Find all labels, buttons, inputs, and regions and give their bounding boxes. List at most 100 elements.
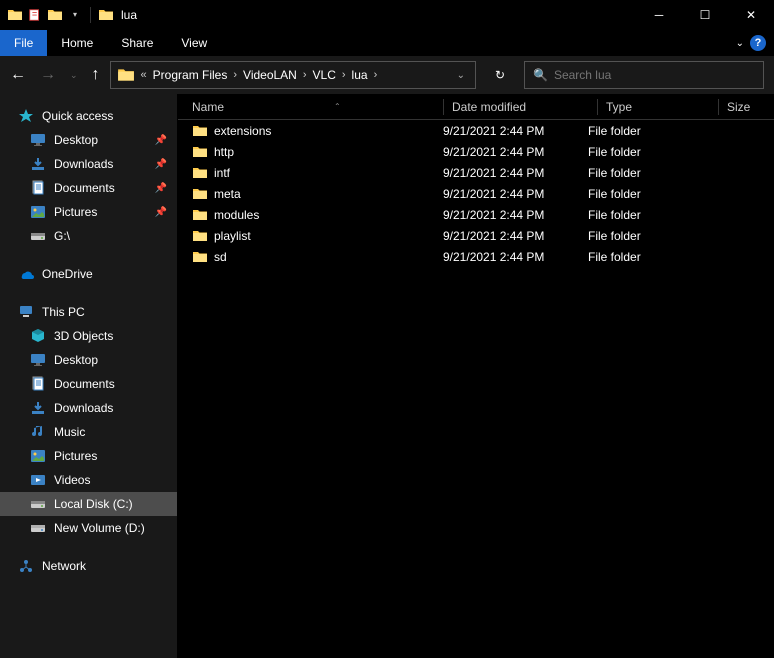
file-type: File folder (588, 250, 700, 264)
sidebar-item-music[interactable]: Music (0, 420, 177, 444)
star-icon (18, 108, 34, 124)
file-name: http (214, 145, 234, 159)
chevron-right-icon[interactable]: › (370, 69, 382, 81)
qat-properties-icon[interactable] (26, 6, 44, 24)
ribbon-expand-icon[interactable]: ⌄ (736, 38, 744, 49)
music-icon (30, 424, 46, 440)
sidebar-item-g[interactable]: G:\ (0, 224, 177, 248)
sidebar-this-pc[interactable]: This PC (0, 300, 177, 324)
chevron-right-icon[interactable]: › (229, 69, 241, 81)
sidebar-item-label: New Volume (D:) (54, 521, 145, 535)
nav-back-button[interactable]: ← (10, 66, 26, 84)
sidebar-item-desktop[interactable]: Desktop (0, 348, 177, 372)
minimize-button[interactable]: ─ (636, 0, 682, 30)
pin-icon: 📌 (155, 183, 167, 194)
column-header-name[interactable]: Name ⌃ (178, 100, 443, 114)
breadcrumb-item-lua[interactable]: lua (350, 68, 370, 82)
ribbon-tab-file[interactable]: File (0, 30, 47, 56)
file-row[interactable]: modules 9/21/2021 2:44 PMFile folder (178, 204, 774, 225)
breadcrumb-item-program-files[interactable]: Program Files (151, 68, 230, 82)
file-date: 9/21/2021 2:44 PM (443, 229, 588, 243)
qat-newfolder-icon[interactable] (46, 6, 64, 24)
breadcrumb-overflow[interactable]: « (137, 69, 151, 81)
ribbon-tab-home[interactable]: Home (47, 30, 107, 56)
sidebar-item-localdiskc[interactable]: Local Disk (C:) (0, 492, 177, 516)
sidebar-item-documents[interactable]: Documents📌 (0, 176, 177, 200)
nav-forward-button[interactable]: → (40, 66, 56, 84)
search-input[interactable] (554, 68, 755, 82)
file-type: File folder (588, 208, 700, 222)
sidebar-label: This PC (42, 305, 85, 319)
column-header-date[interactable]: Date modified (452, 100, 597, 114)
sidebar-onedrive[interactable]: OneDrive (0, 262, 177, 286)
sidebar-item-label: Pictures (54, 449, 97, 463)
search-box[interactable]: 🔍 (524, 61, 764, 89)
sidebar-item-downloads[interactable]: Downloads (0, 396, 177, 420)
sidebar-network[interactable]: Network (0, 554, 177, 578)
file-type: File folder (588, 166, 700, 180)
file-type: File folder (588, 145, 700, 159)
sidebar-item-label: Music (54, 425, 85, 439)
close-button[interactable]: ✕ (728, 0, 774, 30)
help-icon[interactable]: ? (750, 35, 766, 51)
pin-icon: 📌 (155, 207, 167, 218)
ribbon-tab-share[interactable]: Share (107, 30, 167, 56)
file-row[interactable]: intf 9/21/2021 2:44 PMFile folder (178, 162, 774, 183)
file-date: 9/21/2021 2:44 PM (443, 208, 588, 222)
sidebar-item-newvolumed[interactable]: New Volume (D:) (0, 516, 177, 540)
drive-d-icon (30, 520, 46, 536)
file-date: 9/21/2021 2:44 PM (443, 145, 588, 159)
app-icon (6, 6, 24, 24)
sidebar-item-videos[interactable]: Videos (0, 468, 177, 492)
sidebar-item-label: Downloads (54, 157, 113, 171)
sidebar-item-3dobjects[interactable]: 3D Objects (0, 324, 177, 348)
pin-icon: 📌 (155, 135, 167, 146)
content-area: Name ⌃ Date modified Type Size extension… (178, 94, 774, 658)
sidebar-item-pictures[interactable]: Pictures (0, 444, 177, 468)
column-headers: Name ⌃ Date modified Type Size (178, 94, 774, 120)
breadcrumb-item-vlc[interactable]: VLC (311, 68, 338, 82)
sidebar-label: Network (42, 559, 86, 573)
file-row[interactable]: meta9/21/2021 2:44 PMFile folder (178, 183, 774, 204)
folder-icon (192, 207, 208, 223)
search-icon: 🔍 (533, 68, 548, 82)
sidebar-item-documents[interactable]: Documents (0, 372, 177, 396)
file-list: extensions9/21/2021 2:44 PMFile folderht… (178, 120, 774, 658)
folder-icon (192, 123, 208, 139)
sidebar-quick-access[interactable]: Quick access (0, 104, 177, 128)
file-name: sd (214, 250, 227, 264)
file-name: extensions (214, 124, 271, 138)
column-header-type[interactable]: Type (606, 100, 718, 114)
breadcrumb-folder-icon (117, 66, 135, 84)
nav-recent-dropdown[interactable]: ⌄ (70, 70, 78, 81)
file-type: File folder (588, 124, 700, 138)
ribbon: File Home Share View ⌄ ? (0, 30, 774, 56)
chevron-right-icon[interactable]: › (338, 69, 350, 81)
sidebar-item-desktop[interactable]: Desktop📌 (0, 128, 177, 152)
file-date: 9/21/2021 2:44 PM (443, 166, 588, 180)
file-row[interactable]: sd 9/21/2021 2:44 PMFile folder (178, 246, 774, 267)
file-name: modules (214, 208, 259, 222)
maximize-button[interactable]: ☐ (682, 0, 728, 30)
file-name: intf (214, 166, 230, 180)
file-date: 9/21/2021 2:44 PM (443, 250, 588, 264)
drive-icon (30, 228, 46, 244)
refresh-button[interactable]: ↻ (486, 61, 514, 89)
folder-icon (192, 165, 208, 181)
breadcrumb[interactable]: « Program Files › VideoLAN › VLC › lua ›… (110, 61, 476, 89)
ribbon-tab-view[interactable]: View (167, 30, 221, 56)
downloads-icon (30, 400, 46, 416)
breadcrumb-item-videolan[interactable]: VideoLAN (241, 68, 299, 82)
qat-dropdown-icon[interactable]: ▾ (66, 6, 84, 24)
sidebar-item-downloads[interactable]: Downloads📌 (0, 152, 177, 176)
documents-icon (30, 180, 46, 196)
file-row[interactable]: extensions9/21/2021 2:44 PMFile folder (178, 120, 774, 141)
file-row[interactable]: playlist9/21/2021 2:44 PMFile folder (178, 225, 774, 246)
column-header-size[interactable]: Size (727, 100, 774, 114)
file-type: File folder (588, 229, 700, 243)
file-row[interactable]: http 9/21/2021 2:44 PMFile folder (178, 141, 774, 162)
nav-up-button[interactable]: ↑ (92, 66, 100, 84)
sidebar-item-pictures[interactable]: Pictures📌 (0, 200, 177, 224)
chevron-right-icon[interactable]: › (299, 69, 311, 81)
breadcrumb-dropdown[interactable]: ⌄ (451, 70, 471, 81)
